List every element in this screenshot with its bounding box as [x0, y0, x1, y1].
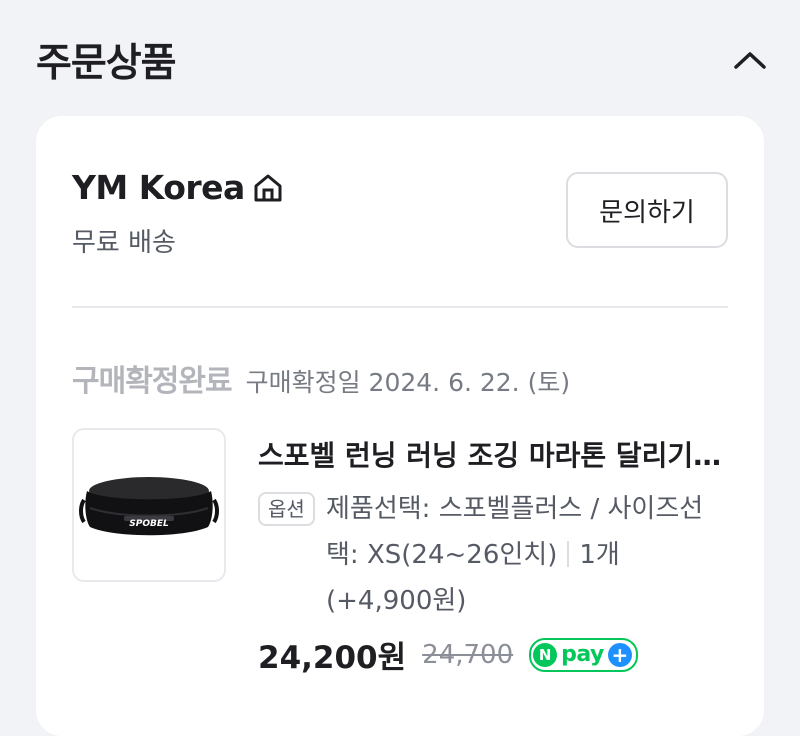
price-original: 24,700 — [422, 639, 514, 670]
divider — [72, 306, 728, 308]
home-icon — [251, 171, 285, 205]
running-belt-image: SPOBEL — [79, 477, 219, 536]
order-status: 구매확정완료 구매확정일 2024. 6. 22. (토) — [72, 356, 570, 400]
chevron-up-icon — [734, 52, 766, 69]
status-label: 구매확정완료 — [72, 364, 233, 399]
inquiry-button[interactable]: 문의하기 — [566, 172, 728, 248]
seller-name[interactable]: YM Korea — [72, 168, 285, 207]
order-card: YM Korea 무료 배송 문의하기 구매확정완료 구매확정일 2024. 6… — [36, 116, 764, 736]
product-title[interactable]: 스포벨 런닝 러닝 조깅 마라톤 달리기 허리벨트 — [258, 434, 728, 474]
product-option: 옵션 제품선택: 스포벨플러스 / 사이즈선택: XS(24~26인치) 1개 (… — [258, 486, 728, 624]
status-date: 구매확정일 2024. 6. 22. (토) — [245, 368, 571, 397]
product-image-logo: SPOBEL — [129, 519, 169, 529]
option-separator — [567, 541, 570, 567]
npay-n-icon: N — [533, 642, 558, 667]
option-details: 제품선택: 스포벨플러스 / 사이즈선택: XS(24~26인치) 1개 (+4,… — [258, 486, 728, 624]
shipping-info: 무료 배송 — [72, 228, 176, 258]
collapse-button[interactable] — [728, 40, 772, 80]
option-badge: 옵션 — [258, 492, 315, 526]
npay-label: pay — [561, 642, 604, 667]
plus-icon: + — [607, 642, 632, 667]
price-row: 24,200원 24,700 N pay + — [258, 632, 638, 677]
seller-name-label: YM Korea — [72, 168, 245, 207]
order-items-header: 주문상품 — [0, 0, 800, 116]
npay-plus-badge: N pay + — [529, 637, 638, 672]
section-title: 주문상품 — [36, 41, 177, 86]
price-current: 24,200원 — [258, 640, 407, 676]
option-text: 제품선택: 스포벨플러스 / 사이즈선택: XS(24~26인치) — [326, 494, 704, 570]
product-thumbnail[interactable]: SPOBEL — [72, 428, 226, 582]
